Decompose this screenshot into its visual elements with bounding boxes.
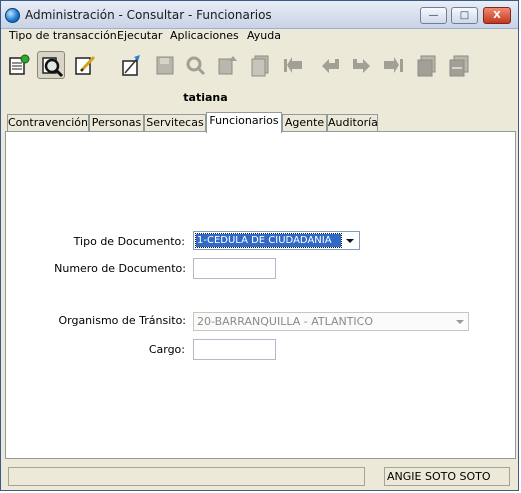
cargo-input[interactable] [193,339,276,360]
tab-strip: Contravención Personas Servitecas Funcio… [5,112,517,133]
funcionarios-panel: Tipo de Documento: 1-CEDULA DE CIUDADANI… [5,131,516,459]
tab-auditoria[interactable]: Auditoría [327,114,378,132]
tab-funcionarios[interactable]: Funcionarios [206,112,282,133]
new-record-button[interactable] [5,51,33,79]
save-button[interactable] [151,51,179,79]
menu-bar: Tipo de transacción Ejecutar Aplicacione… [1,29,518,45]
menu-aplicaciones[interactable]: Aplicaciones [168,29,241,45]
first-record-button[interactable] [279,51,307,79]
organismo-transito-value: 20-BARRANQUILLA - ATLANTICO [197,315,374,328]
menu-ayuda[interactable]: Ayuda [245,29,283,45]
menu-ejecutar[interactable]: Ejecutar [115,29,164,45]
application-window: Administración - Consultar - Funcionario… [0,0,519,491]
organismo-transito-select[interactable]: 20-BARRANQUILLA - ATLANTICO [193,312,469,331]
tab-contravencion[interactable]: Contravención [7,114,89,132]
insert-record-icon [417,55,436,77]
edit-icon [75,55,96,75]
query-icon [42,57,64,78]
numero-documento-label: Numero de Documento: [54,262,186,275]
insert-record-button[interactable] [413,51,441,79]
tab-personas[interactable]: Personas [89,114,144,132]
status-message [8,467,365,486]
toolbar [1,47,518,85]
next-record-button[interactable] [347,51,375,79]
current-user-label: tatiana [183,91,228,104]
edit-button[interactable] [71,51,99,79]
remove-record-icon [449,55,469,77]
query-button[interactable] [37,51,65,79]
title-bar[interactable]: Administración - Consultar - Funcionario… [1,1,518,29]
app-globe-icon [5,8,20,23]
delete-button[interactable] [181,51,209,79]
tab-agente[interactable]: Agente [282,114,327,132]
clear-icon [122,55,140,76]
window-title: Administración - Consultar - Funcionario… [25,8,272,22]
last-record-icon [384,57,403,73]
previous-record-button[interactable] [317,51,345,79]
cargo-label: Cargo: [148,343,185,356]
menu-tipo-transaccion[interactable]: Tipo de transacción [7,29,119,45]
tipo-documento-value: 1-CEDULA DE CIUDADANIA [195,233,342,248]
new-record-icon [9,54,30,75]
undo-icon [218,56,237,75]
numero-documento-input[interactable] [193,258,276,279]
previous-record-icon [322,59,339,73]
delete-icon [186,56,206,76]
copy-icon [251,55,269,77]
tipo-documento-select[interactable]: 1-CEDULA DE CIUDADANIA [193,231,360,250]
tab-servitecas[interactable]: Servitecas [144,114,206,132]
tipo-documento-label: Tipo de Documento: [73,235,185,248]
chevron-down-icon [346,239,354,243]
remove-record-button[interactable] [445,51,473,79]
last-record-button[interactable] [379,51,407,79]
first-record-icon [284,57,302,73]
status-user-name: ANGIE SOTO SOTO [384,467,510,486]
minimize-button[interactable]: — [420,7,447,24]
organismo-transito-label: Organismo de Tránsito: [58,314,186,327]
copy-button[interactable] [247,51,275,79]
maximize-button[interactable]: □ [451,7,478,24]
next-record-icon [353,59,370,73]
save-icon [156,56,174,75]
clear-button[interactable] [117,51,145,79]
close-button[interactable]: X [483,7,511,24]
undo-button[interactable] [213,51,241,79]
chevron-down-icon [456,320,464,324]
